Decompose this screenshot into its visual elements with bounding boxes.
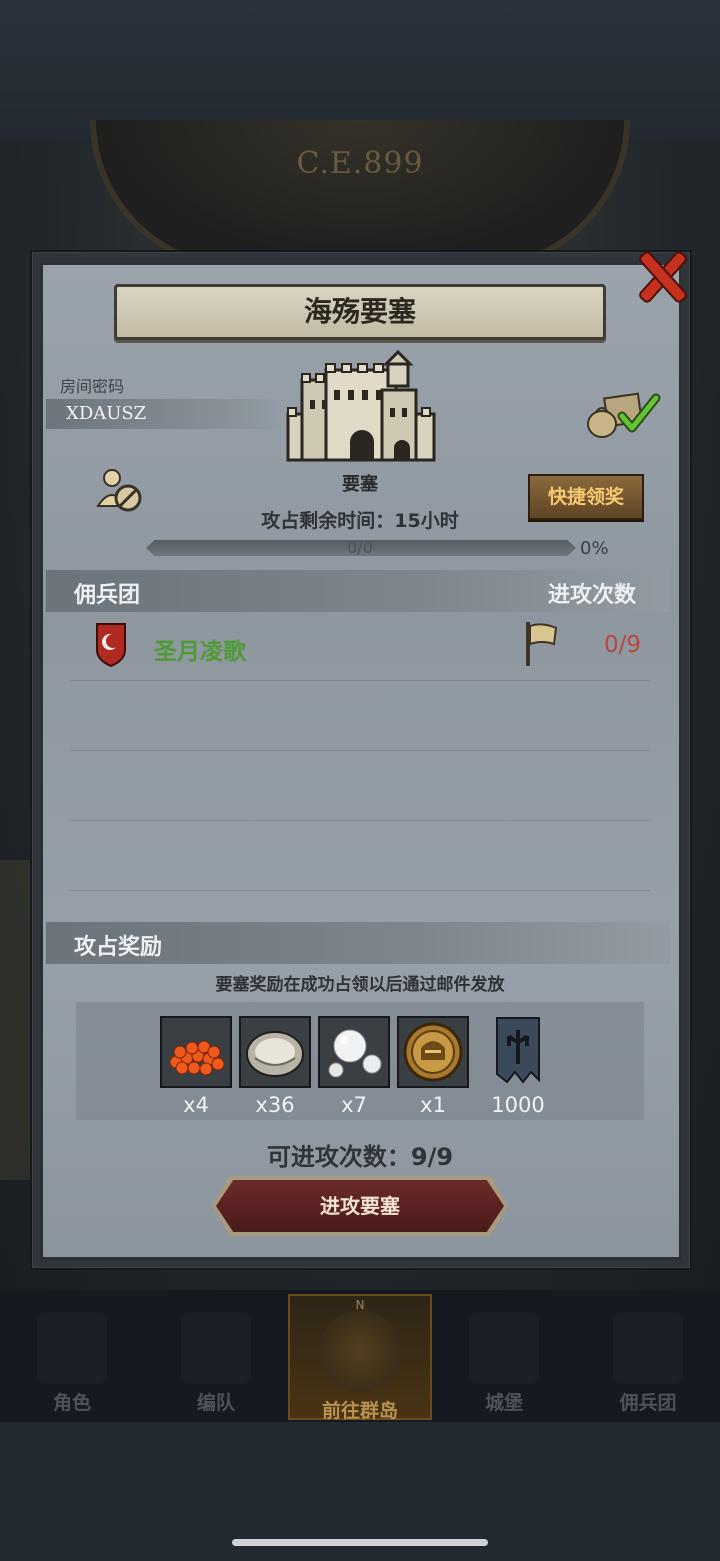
progress-percent: 0%: [580, 538, 609, 559]
attempts-remaining: 可进攻次数：9/9: [266, 1143, 454, 1171]
reward-qty: x7: [341, 1093, 367, 1117]
nav-label: 前往群岛: [321, 1400, 398, 1422]
status-bar-area: [0, 0, 720, 140]
reward-qty: 1000: [491, 1093, 545, 1117]
knight-helmet-coin-icon[interactable]: [397, 1016, 469, 1088]
salmon-roe-icon[interactable]: [160, 1016, 232, 1088]
attack-fortress-button[interactable]: 进攻要塞: [216, 1180, 504, 1232]
attack-count: 0/9: [604, 632, 642, 658]
guild-name[interactable]: 圣月凌歌: [154, 632, 246, 666]
attack-flag-icon: [526, 622, 558, 666]
attack-count-header: 进攻次数: [548, 583, 637, 608]
blocked-user-icon[interactable]: [96, 466, 144, 514]
home-indicator[interactable]: [232, 1539, 488, 1546]
compass-icon: [319, 1310, 401, 1392]
remaining-time-text: 攻占剩余时间：15小时: [261, 510, 459, 532]
nav-label: 编队: [196, 1392, 235, 1414]
nav-label: 佣兵团: [619, 1392, 677, 1414]
fortress-label: 要塞: [342, 474, 378, 495]
helmet-icon: [181, 1312, 251, 1384]
war-banner-icon[interactable]: [495, 1016, 541, 1088]
close-icon[interactable]: [636, 250, 688, 304]
room-password-label: 房间密码: [60, 377, 125, 396]
castle-icon: [469, 1312, 539, 1384]
quick-claim-button[interactable]: 快捷领奖: [528, 474, 644, 520]
nav-item-formation[interactable]: 编队: [144, 1294, 288, 1420]
nav-item-castle[interactable]: 城堡: [432, 1294, 576, 1420]
row-divider: [70, 820, 650, 821]
row-divider: [70, 750, 650, 751]
oyster-icon[interactable]: [239, 1016, 311, 1088]
panel-title: 海殇要塞: [114, 284, 606, 340]
nav-item-character[interactable]: 角色: [0, 1294, 144, 1420]
row-divider: [70, 890, 650, 891]
nav-item-mercenary[interactable]: 佣兵团: [576, 1294, 720, 1420]
pearl-icon[interactable]: [318, 1016, 390, 1088]
era-dial: [90, 120, 630, 270]
mercenary-section-title: 佣兵团: [74, 583, 141, 608]
guild-emblem-icon: [96, 623, 126, 668]
nav-label: 角色: [52, 1392, 91, 1414]
row-divider: [70, 680, 650, 681]
claimed-rewards-icon[interactable]: [584, 390, 664, 440]
reward-note: 要塞奖励在成功占领以后通过邮件发放: [215, 975, 505, 995]
reward-qty: x36: [255, 1093, 295, 1117]
reward-section-title: 攻占奖励: [74, 935, 163, 960]
knight-icon: [37, 1312, 107, 1384]
progress-text: 0/0: [347, 538, 373, 557]
nav-item-islands[interactable]: N 前往群岛: [288, 1294, 432, 1422]
reward-qty: x4: [183, 1093, 209, 1117]
side-decoration: [0, 860, 32, 1180]
mercenary-icon: [613, 1312, 683, 1384]
room-code: XDAUSZ: [66, 403, 147, 424]
era-text: C.E.899: [296, 146, 424, 181]
reward-qty: x1: [420, 1093, 446, 1117]
fortress-castle-icon: [286, 350, 436, 462]
nav-label: 城堡: [484, 1392, 523, 1414]
